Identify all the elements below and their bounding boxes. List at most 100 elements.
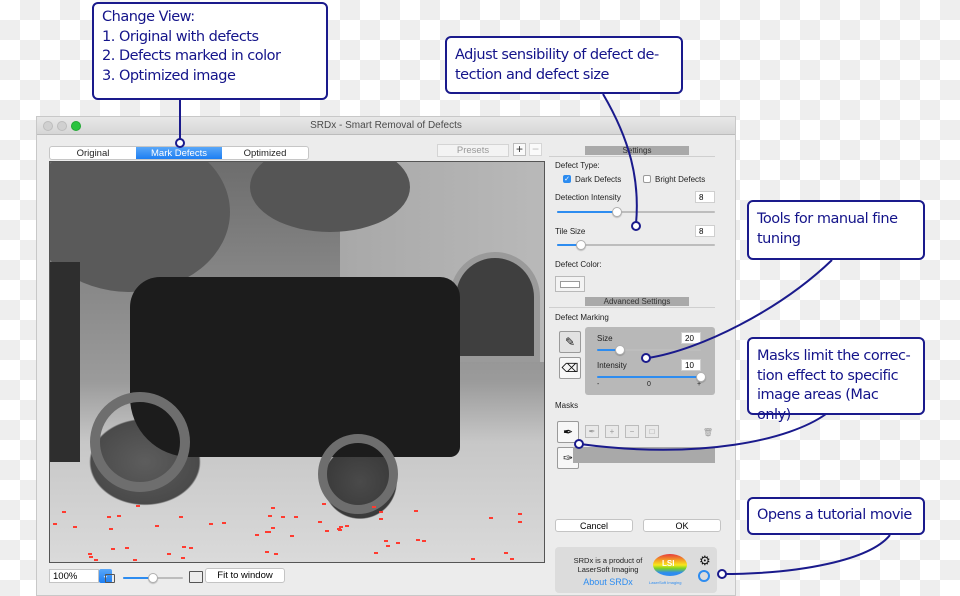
intensity-min-label: - — [597, 381, 600, 388]
about-srdx-link[interactable]: About SRDx — [563, 577, 653, 587]
defect-mark — [416, 539, 420, 541]
defect-mark — [345, 525, 349, 527]
cancel-button[interactable]: Cancel — [555, 519, 633, 532]
divider — [549, 156, 715, 157]
defect-mark — [94, 559, 98, 561]
defect-mark — [107, 516, 111, 518]
zoom-slider-knob[interactable] — [148, 573, 158, 583]
tile-size-field[interactable]: 8 — [695, 225, 715, 237]
callout-tutorial: Opens a tutorial movie — [747, 497, 925, 535]
defect-mark — [489, 517, 493, 519]
add-preset-button[interactable]: + — [513, 143, 526, 156]
slider-knob[interactable] — [614, 345, 625, 355]
tab-optimized[interactable]: Optimized — [222, 147, 308, 159]
callout-line: tection and defect size — [455, 66, 609, 83]
fit-to-window-button[interactable]: Fit to window — [205, 568, 285, 583]
defect-mark — [518, 521, 522, 523]
zoom-out-icon[interactable] — [105, 574, 115, 583]
tab-mark-defects[interactable]: Mark Defects — [136, 147, 222, 159]
presets-dropdown[interactable]: Presets — [437, 144, 509, 157]
defect-mark — [265, 551, 269, 553]
tutorial-movie-icon[interactable] — [698, 570, 710, 582]
zoom-window-button[interactable] — [71, 121, 81, 131]
gear-icon[interactable]: ⚙ — [699, 554, 711, 567]
eraser-icon[interactable]: ⌫ — [559, 357, 581, 379]
srdx-window: SRDx - Smart Removal of Defects Original… — [36, 116, 736, 596]
mask-select-icon[interactable]: ✒ — [585, 425, 599, 438]
mask-rectangle-icon[interactable]: □ — [645, 425, 659, 438]
zoom-level-select[interactable]: 100% ⌄ — [49, 569, 112, 583]
mask-list[interactable] — [573, 447, 715, 463]
minimize-window-button[interactable] — [57, 121, 67, 131]
dark-defects-label: Dark Defects — [575, 175, 622, 184]
defect-mark — [379, 518, 383, 520]
lsi-logo-text: LSI — [662, 559, 675, 568]
callout-line: Adjust sensibility of defect de- — [455, 47, 659, 63]
preview-image[interactable] — [49, 161, 545, 563]
defect-mark — [53, 523, 57, 525]
bright-defects-label: Bright Defects — [655, 175, 706, 184]
defect-mark — [471, 558, 475, 560]
size-slider[interactable] — [597, 345, 701, 355]
intensity-max-label: + — [697, 381, 702, 388]
mask-pen-icon[interactable]: ✒ — [557, 421, 579, 443]
defect-mark — [109, 528, 113, 530]
size-field[interactable]: 20 — [681, 332, 701, 344]
defect-mark — [396, 542, 400, 544]
defect-type-label: Defect Type: — [555, 161, 600, 170]
tile-size-slider[interactable] — [557, 240, 715, 250]
slider-knob[interactable] — [575, 240, 586, 250]
defect-color-swatch[interactable] — [555, 276, 585, 292]
defect-mark — [111, 548, 115, 550]
ok-button[interactable]: OK — [643, 519, 721, 532]
defect-mark — [189, 547, 193, 549]
tree-trunk — [50, 262, 80, 462]
callout-tools: Tools for manual fine tuning — [747, 200, 925, 260]
defect-mark — [271, 507, 275, 509]
about-box: SRDx is a product of LaserSoft Imaging A… — [555, 547, 717, 593]
defect-mark — [325, 530, 329, 532]
defect-marking-label: Defect Marking — [555, 313, 609, 322]
defect-mark — [414, 510, 418, 512]
advanced-settings-header: Advanced Settings — [585, 297, 689, 306]
mask-add-icon[interactable]: + — [605, 425, 619, 438]
defect-mark — [322, 503, 326, 505]
intensity-field[interactable]: 10 — [681, 359, 701, 371]
close-window-button[interactable] — [43, 121, 53, 131]
callout-line: tion effect to specific — [757, 367, 899, 384]
window-title: SRDx - Smart Removal of Defects — [310, 120, 462, 131]
defect-mark — [117, 515, 121, 517]
slider-knob[interactable] — [612, 207, 623, 217]
defect-mark — [182, 546, 186, 548]
dark-defects-checkbox[interactable]: ✓ — [563, 175, 571, 183]
zoom-slider[interactable] — [123, 573, 183, 583]
product-of-text: SRDx is a product of — [573, 556, 643, 565]
tab-original[interactable]: Original — [50, 147, 136, 159]
callout-line: 2. Defects marked in color — [102, 48, 281, 64]
defect-mark — [379, 511, 383, 513]
defect-mark — [181, 557, 185, 559]
trash-icon[interactable]: 🗑 — [701, 427, 715, 440]
detection-intensity-field[interactable]: 8 — [695, 191, 715, 203]
lsi-logo: LSI — [653, 554, 687, 576]
defect-mark — [62, 511, 66, 513]
company-name: LaserSoft Imaging — [577, 565, 639, 574]
callout-change-view: Change View: 1. Original with defects 2.… — [92, 2, 328, 100]
tile-size-label: Tile Size — [555, 227, 586, 236]
detection-intensity-slider[interactable] — [557, 207, 715, 217]
defect-mark — [318, 521, 322, 523]
defect-mark — [265, 531, 269, 533]
defect-mark — [290, 535, 294, 537]
defect-mark — [271, 527, 275, 529]
defect-mark — [88, 553, 92, 555]
bright-defects-checkbox[interactable] — [643, 175, 651, 183]
size-label: Size — [597, 334, 613, 343]
zoom-in-icon[interactable] — [189, 571, 203, 583]
defect-mark — [125, 547, 129, 549]
callout-line: Change View: — [102, 9, 195, 25]
remove-preset-button[interactable]: − — [529, 143, 542, 156]
defect-mark — [167, 553, 171, 555]
brush-plus-minus-icon[interactable]: ✎ — [559, 331, 581, 353]
intensity-slider[interactable] — [597, 372, 706, 382]
mask-subtract-icon[interactable]: − — [625, 425, 639, 438]
